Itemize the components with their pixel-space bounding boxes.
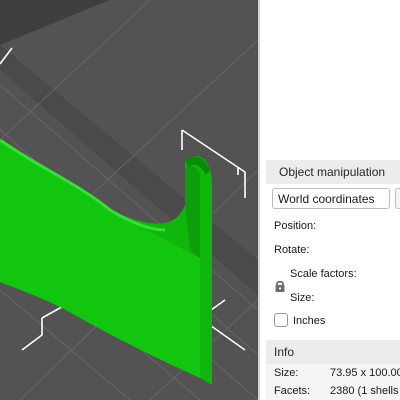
sidebar-empty-area — [260, 0, 400, 158]
coordinate-system-select[interactable]: World coordinates — [272, 188, 390, 209]
rotate-label: Rotate: — [274, 244, 310, 256]
viewport-scene[interactable] — [0, 0, 258, 400]
position-label: Position: — [274, 220, 317, 232]
object-manipulation-header: Object manipulation — [266, 160, 400, 184]
info-facets-label: Facets: — [274, 385, 311, 397]
info-size-value: 73.95 x 100.00 — [330, 367, 400, 379]
info-header: Info — [266, 340, 400, 364]
inches-checkbox[interactable] — [274, 313, 288, 327]
inches-label: Inches — [293, 315, 326, 327]
info-facets-value: 2380 (1 shells — [330, 385, 399, 397]
3d-viewport[interactable] — [0, 0, 258, 400]
info-size-label: Size: — [274, 367, 299, 379]
size-label: Size: — [290, 292, 315, 304]
lock-icon[interactable] — [273, 279, 287, 293]
object-manipulation-title: Object manipulation — [279, 165, 386, 179]
info-title: Info — [274, 345, 295, 359]
scale-factors-label: Scale factors: — [290, 268, 357, 280]
coordinate-system-dropdown-arrow[interactable] — [395, 188, 400, 209]
coordinate-system-value: World coordinates — [278, 192, 375, 206]
